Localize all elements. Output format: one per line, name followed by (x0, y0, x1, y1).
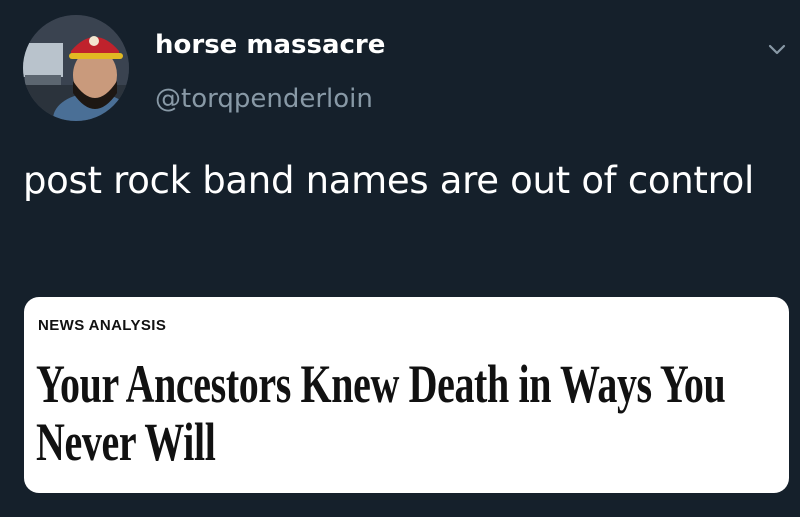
display-name[interactable]: horse massacre (155, 28, 385, 62)
avatar[interactable] (23, 15, 129, 121)
avatar-image (23, 15, 129, 121)
chevron-down-icon[interactable] (764, 36, 790, 62)
card-kicker: NEWS ANALYSIS (38, 317, 167, 334)
link-card[interactable]: NEWS ANALYSIS Your Ancestors Knew Death … (24, 297, 789, 493)
tweet-text: post rock band names are out of control (23, 159, 754, 202)
tweet: horse massacre @torqpenderloin post rock… (0, 0, 800, 517)
user-handle[interactable]: @torqpenderloin (155, 82, 373, 116)
card-headline: Your Ancestors Knew Death in Ways You Ne… (36, 354, 726, 472)
